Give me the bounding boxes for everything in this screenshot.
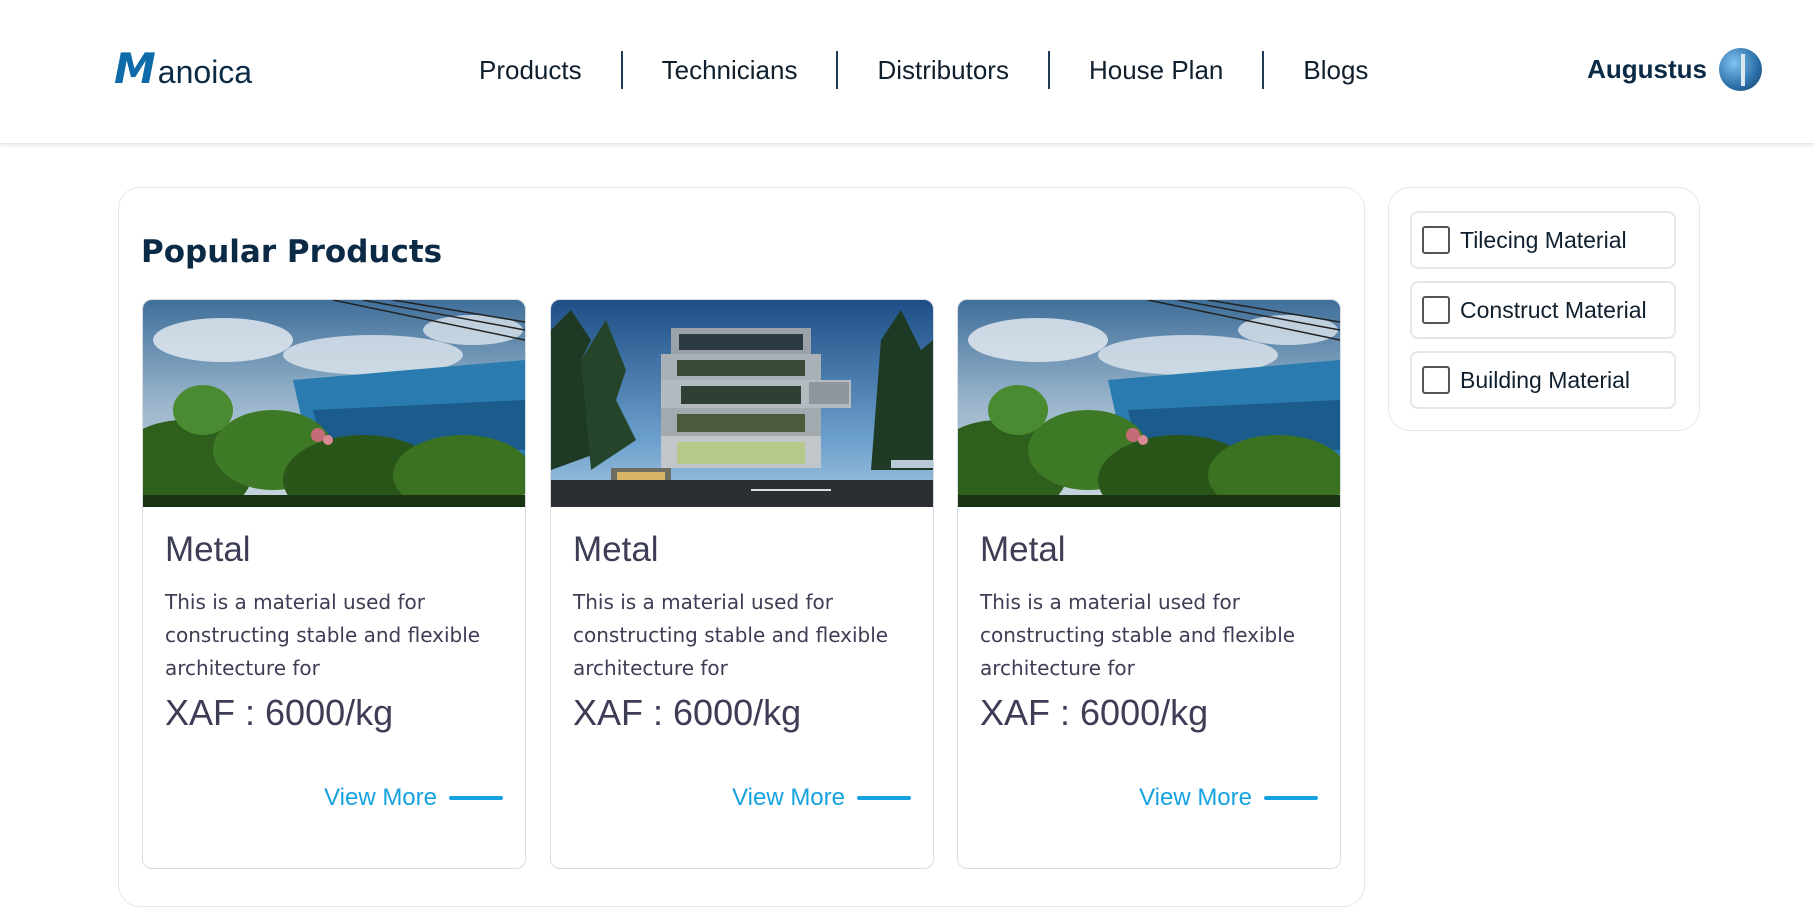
main-nav: Products Technicians Distributors House … <box>440 50 1407 90</box>
arrow-line-icon <box>1264 796 1318 800</box>
nav-item-house-plan[interactable]: House Plan <box>1050 50 1262 90</box>
product-card: Metal This is a material used for constr… <box>550 299 934 869</box>
section-title: Popular Products <box>141 234 443 270</box>
view-more-label: View More <box>732 784 845 811</box>
product-image-garden[interactable] <box>143 300 525 507</box>
checkbox[interactable] <box>1422 296 1450 324</box>
product-price: XAF : 6000/kg <box>980 692 1209 733</box>
filter-building-material[interactable]: Building Material <box>1410 351 1676 409</box>
filter-construct-material[interactable]: Construct Material <box>1410 281 1676 339</box>
product-card: Metal This is a material used for constr… <box>957 299 1341 869</box>
top-navbar: M anoica Products Technicians Distributo… <box>0 0 1814 144</box>
filter-label: Construct Material <box>1460 296 1647 323</box>
product-image-garden[interactable] <box>958 300 1340 507</box>
product-title: Metal <box>573 530 659 569</box>
nav-item-blogs[interactable]: Blogs <box>1264 50 1407 90</box>
logo-initial: M <box>114 44 156 93</box>
nav-item-products[interactable]: Products <box>440 50 621 90</box>
user-menu[interactable]: Augustus <box>1587 48 1762 91</box>
checkbox[interactable] <box>1422 226 1450 254</box>
view-more-link[interactable]: View More <box>1139 784 1318 812</box>
nav-item-technicians[interactable]: Technicians <box>623 50 837 90</box>
logo-text: anoica <box>157 54 253 90</box>
arrow-line-icon <box>857 796 911 800</box>
brand-logo[interactable]: M anoica <box>114 44 253 93</box>
product-price: XAF : 6000/kg <box>165 692 394 733</box>
product-description: This is a material used for constructing… <box>573 590 889 680</box>
filter-tilecing-material[interactable]: Tilecing Material <box>1410 211 1676 269</box>
view-more-link[interactable]: View More <box>732 784 911 812</box>
product-description: This is a material used for constructing… <box>980 590 1296 680</box>
product-title: Metal <box>980 530 1066 569</box>
nav-item-distributors[interactable]: Distributors <box>838 50 1047 90</box>
user-name: Augustus <box>1587 54 1707 84</box>
garden-foliage-image <box>143 300 525 507</box>
product-card: Metal This is a material used for constr… <box>142 299 526 869</box>
arrow-line-icon <box>449 796 503 800</box>
view-more-label: View More <box>324 784 437 811</box>
checkbox[interactable] <box>1422 366 1450 394</box>
product-description: This is a material used for constructing… <box>165 590 481 680</box>
filter-label: Tilecing Material <box>1460 226 1627 253</box>
modern-building-image <box>551 300 933 507</box>
product-title: Metal <box>165 530 251 569</box>
garden-foliage-image <box>958 300 1340 507</box>
avatar[interactable] <box>1719 48 1762 91</box>
filter-label: Building Material <box>1460 366 1631 393</box>
view-more-link[interactable]: View More <box>324 784 503 812</box>
view-more-label: View More <box>1139 784 1252 811</box>
product-image-building[interactable] <box>551 300 933 507</box>
product-price: XAF : 6000/kg <box>573 692 802 733</box>
